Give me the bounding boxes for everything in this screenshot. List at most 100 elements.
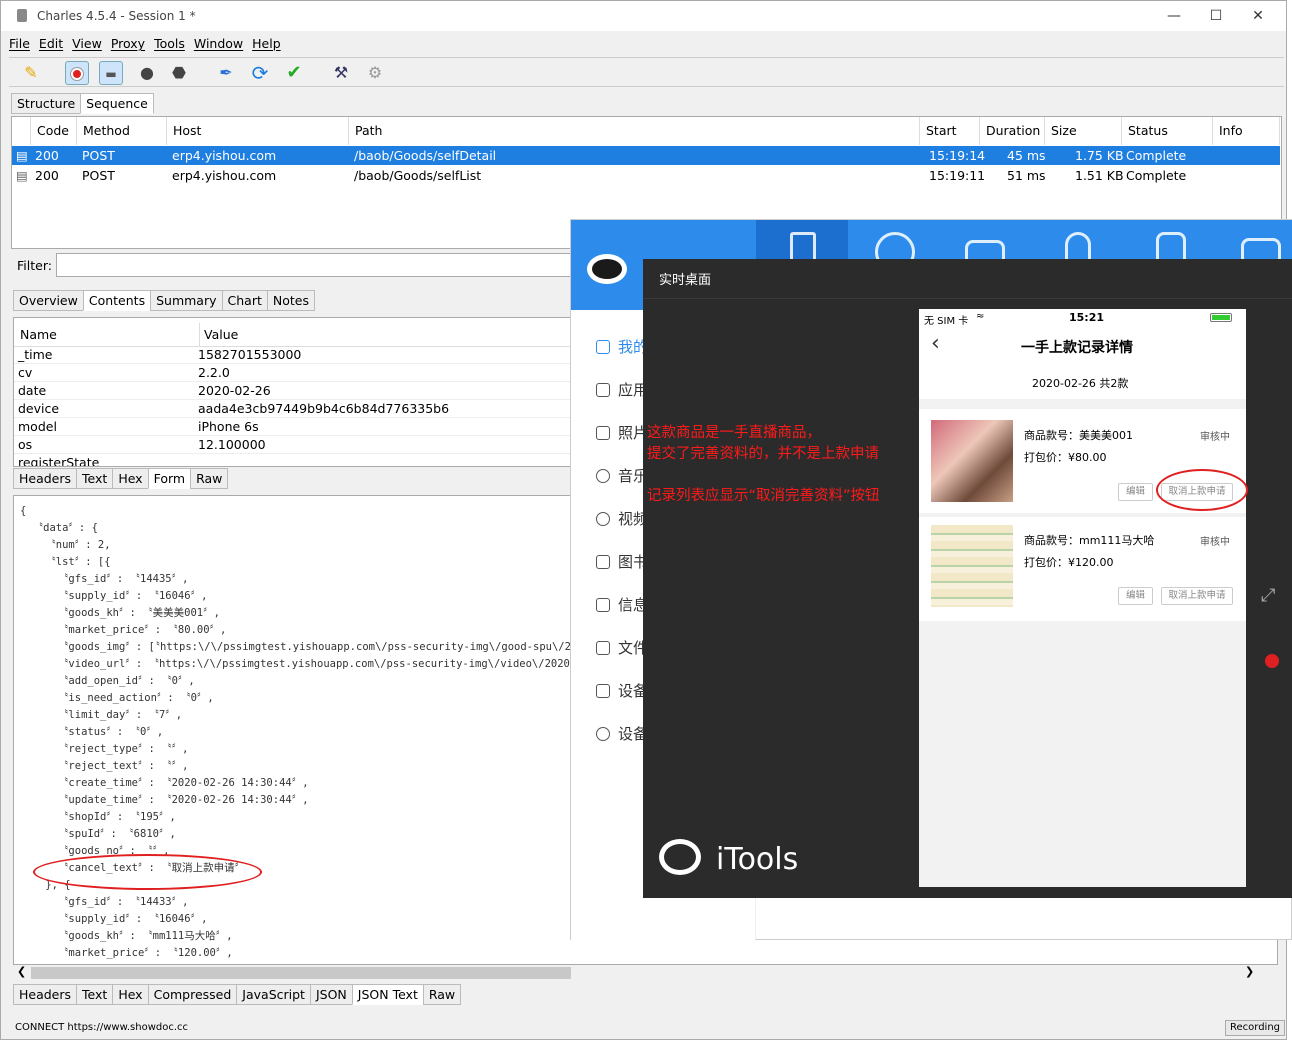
tab-notes[interactable]: Notes [266,290,315,311]
tab-raw[interactable]: Raw [422,984,462,1005]
horizontal-scrollbar[interactable]: ❮ ❯ [13,965,1265,981]
broom-icon[interactable]: ✎ [19,61,43,85]
col-code-header[interactable]: Code [31,117,77,145]
refresh-icon[interactable]: ⟳ [248,61,272,85]
col-info-header[interactable]: Info [1213,117,1280,145]
scroll-left-icon[interactable]: ❮ [17,965,26,978]
col-start-header[interactable]: Start [920,117,980,145]
pen-icon[interactable]: ✒ [214,61,238,85]
tab-compressed[interactable]: Compressed [147,984,238,1005]
tab-structure[interactable]: Structure [11,93,82,114]
menu-view[interactable]: View [72,33,102,55]
kv-row[interactable]: model iPhone 6s [14,418,572,436]
list-item[interactable]: 商品款号：mm111马大哈 打包价：¥120.00 审核中 编辑 取消上款申请 [919,517,1246,621]
filter-label: Filter: [17,258,52,273]
json-line: 〝add_open_id〞: 〝0〞, [20,675,195,687]
json-line: 〝spuId〞: 〝6810〞, [20,828,176,840]
tab-form[interactable]: Form [147,468,192,489]
tab-contents[interactable]: Contents [82,290,152,311]
minimize-button[interactable]: — [1159,5,1189,27]
menu-window[interactable]: Window [194,33,243,55]
col-path-header[interactable]: Path [349,117,920,145]
filter-input[interactable] [56,253,581,277]
json-line: 〝reject_text〞: 〝〞, [20,760,189,772]
tab-sequence[interactable]: Sequence [80,93,154,114]
kv-row[interactable]: device aada4e3cb97449b9b4c6b84d776335b6 [14,400,572,418]
itools-logo-icon [659,839,701,875]
sidebar-item-books[interactable]: 图书 [596,551,648,572]
expand-icon[interactable]: ⤢ [1261,585,1275,606]
check-icon[interactable]: ✔ [282,61,306,85]
tab-summary[interactable]: Summary [150,290,223,311]
col-duration-header[interactable]: Duration [980,117,1045,145]
kv-name: os [18,437,33,452]
cell-duration: 45 ms [1007,148,1046,163]
tab-overview[interactable]: Overview [13,290,84,311]
col-method-header[interactable]: Method [77,117,167,145]
edit-button[interactable]: 编辑 [1118,587,1153,605]
edit-button[interactable]: 编辑 [1118,483,1153,501]
turtle-icon[interactable]: ● [135,61,159,85]
sidebar-item-files[interactable]: 文件 [596,637,648,658]
sidebar-item-music[interactable]: 音乐 [596,465,648,486]
cell-method: POST [82,148,115,163]
sidebar-item-device-2[interactable]: 设备 [596,723,648,744]
tab-hex[interactable]: Hex [112,468,149,489]
maximize-button[interactable]: ☐ [1201,5,1231,27]
stop-icon[interactable]: ⬣ [167,61,191,85]
cell-method: POST [82,168,115,183]
json-line: 〝supply_id〞: 〝16046〞, [20,913,208,925]
kv-row[interactable]: _time 1582701553000 [14,346,572,364]
tab-text[interactable]: Text [76,468,114,489]
battery-icon [1210,313,1232,322]
record-icon[interactable] [65,61,89,85]
cell-start: 15:19:11 [929,168,986,183]
tab-json-text[interactable]: JSON Text [351,984,424,1005]
col-host-header[interactable]: Host [167,117,349,145]
menu-file[interactable]: File [9,33,30,55]
sidebar-item-apps[interactable]: 应用 [596,379,648,400]
tab-raw[interactable]: Raw [190,468,229,489]
sidebar-item-video[interactable]: 视频 [596,508,648,529]
menu-proxy[interactable]: Proxy [111,33,145,55]
kv-row[interactable]: registerState [14,454,572,466]
kv-value-header[interactable]: Value [199,323,238,347]
menu-tools[interactable]: Tools [154,33,185,55]
tab-json[interactable]: JSON [309,984,353,1005]
kv-row[interactable]: os 12.100000 [14,436,572,454]
menu-help[interactable]: Help [252,33,281,55]
tab-headers[interactable]: Headers [13,468,78,489]
kv-header-row: Name Value [14,323,572,347]
table-row[interactable]: ▤ 200 POST erp4.yishou.com /baob/Goods/s… [12,166,1280,185]
kv-row[interactable]: date 2020-02-26 [14,382,572,400]
tab-hex[interactable]: Hex [112,984,149,1005]
kv-name-header[interactable]: Name [20,323,57,347]
product-price: 打包价：¥120.00 [1024,556,1114,569]
scroll-thumb[interactable] [31,967,571,979]
close-button[interactable]: ✕ [1243,5,1273,27]
throttle-icon[interactable]: ▬ [99,61,123,85]
col-status-header[interactable]: Status [1122,117,1213,145]
live-desktop-title: 实时桌面 [643,259,1292,299]
tools-icon[interactable]: ⚒ [329,61,353,85]
tab-headers[interactable]: Headers [13,984,78,1005]
sidebar-item-device[interactable]: 设备 [596,680,648,701]
tab-chart[interactable]: Chart [221,290,268,311]
menu-edit[interactable]: Edit [39,33,63,55]
table-row[interactable]: ▤ 200 POST erp4.yishou.com /baob/Goods/s… [12,146,1280,165]
recording-badge[interactable]: Recording [1225,1020,1286,1036]
page-title: 一手上款记录详情 [1021,340,1133,356]
back-icon[interactable]: ‹ [931,331,940,356]
kv-value: iPhone 6s [198,419,259,434]
tab-text[interactable]: Text [76,984,114,1005]
sidebar-item-photos[interactable]: 照片 [596,422,648,443]
kv-row[interactable]: cv 2.2.0 [14,364,572,382]
sidebar-item-mine[interactable]: 我的 [596,336,648,357]
sidebar-item-messages[interactable]: 信息 [596,594,648,615]
cancel-listing-button[interactable]: 取消上款申请 [1161,587,1233,605]
gear-icon[interactable]: ⚙ [363,61,387,85]
scroll-right-icon[interactable]: ❯ [1245,965,1254,978]
col-size-header[interactable]: Size [1045,117,1122,145]
tab-javascript[interactable]: JavaScript [236,984,311,1005]
record-dot-icon[interactable] [1265,654,1279,668]
